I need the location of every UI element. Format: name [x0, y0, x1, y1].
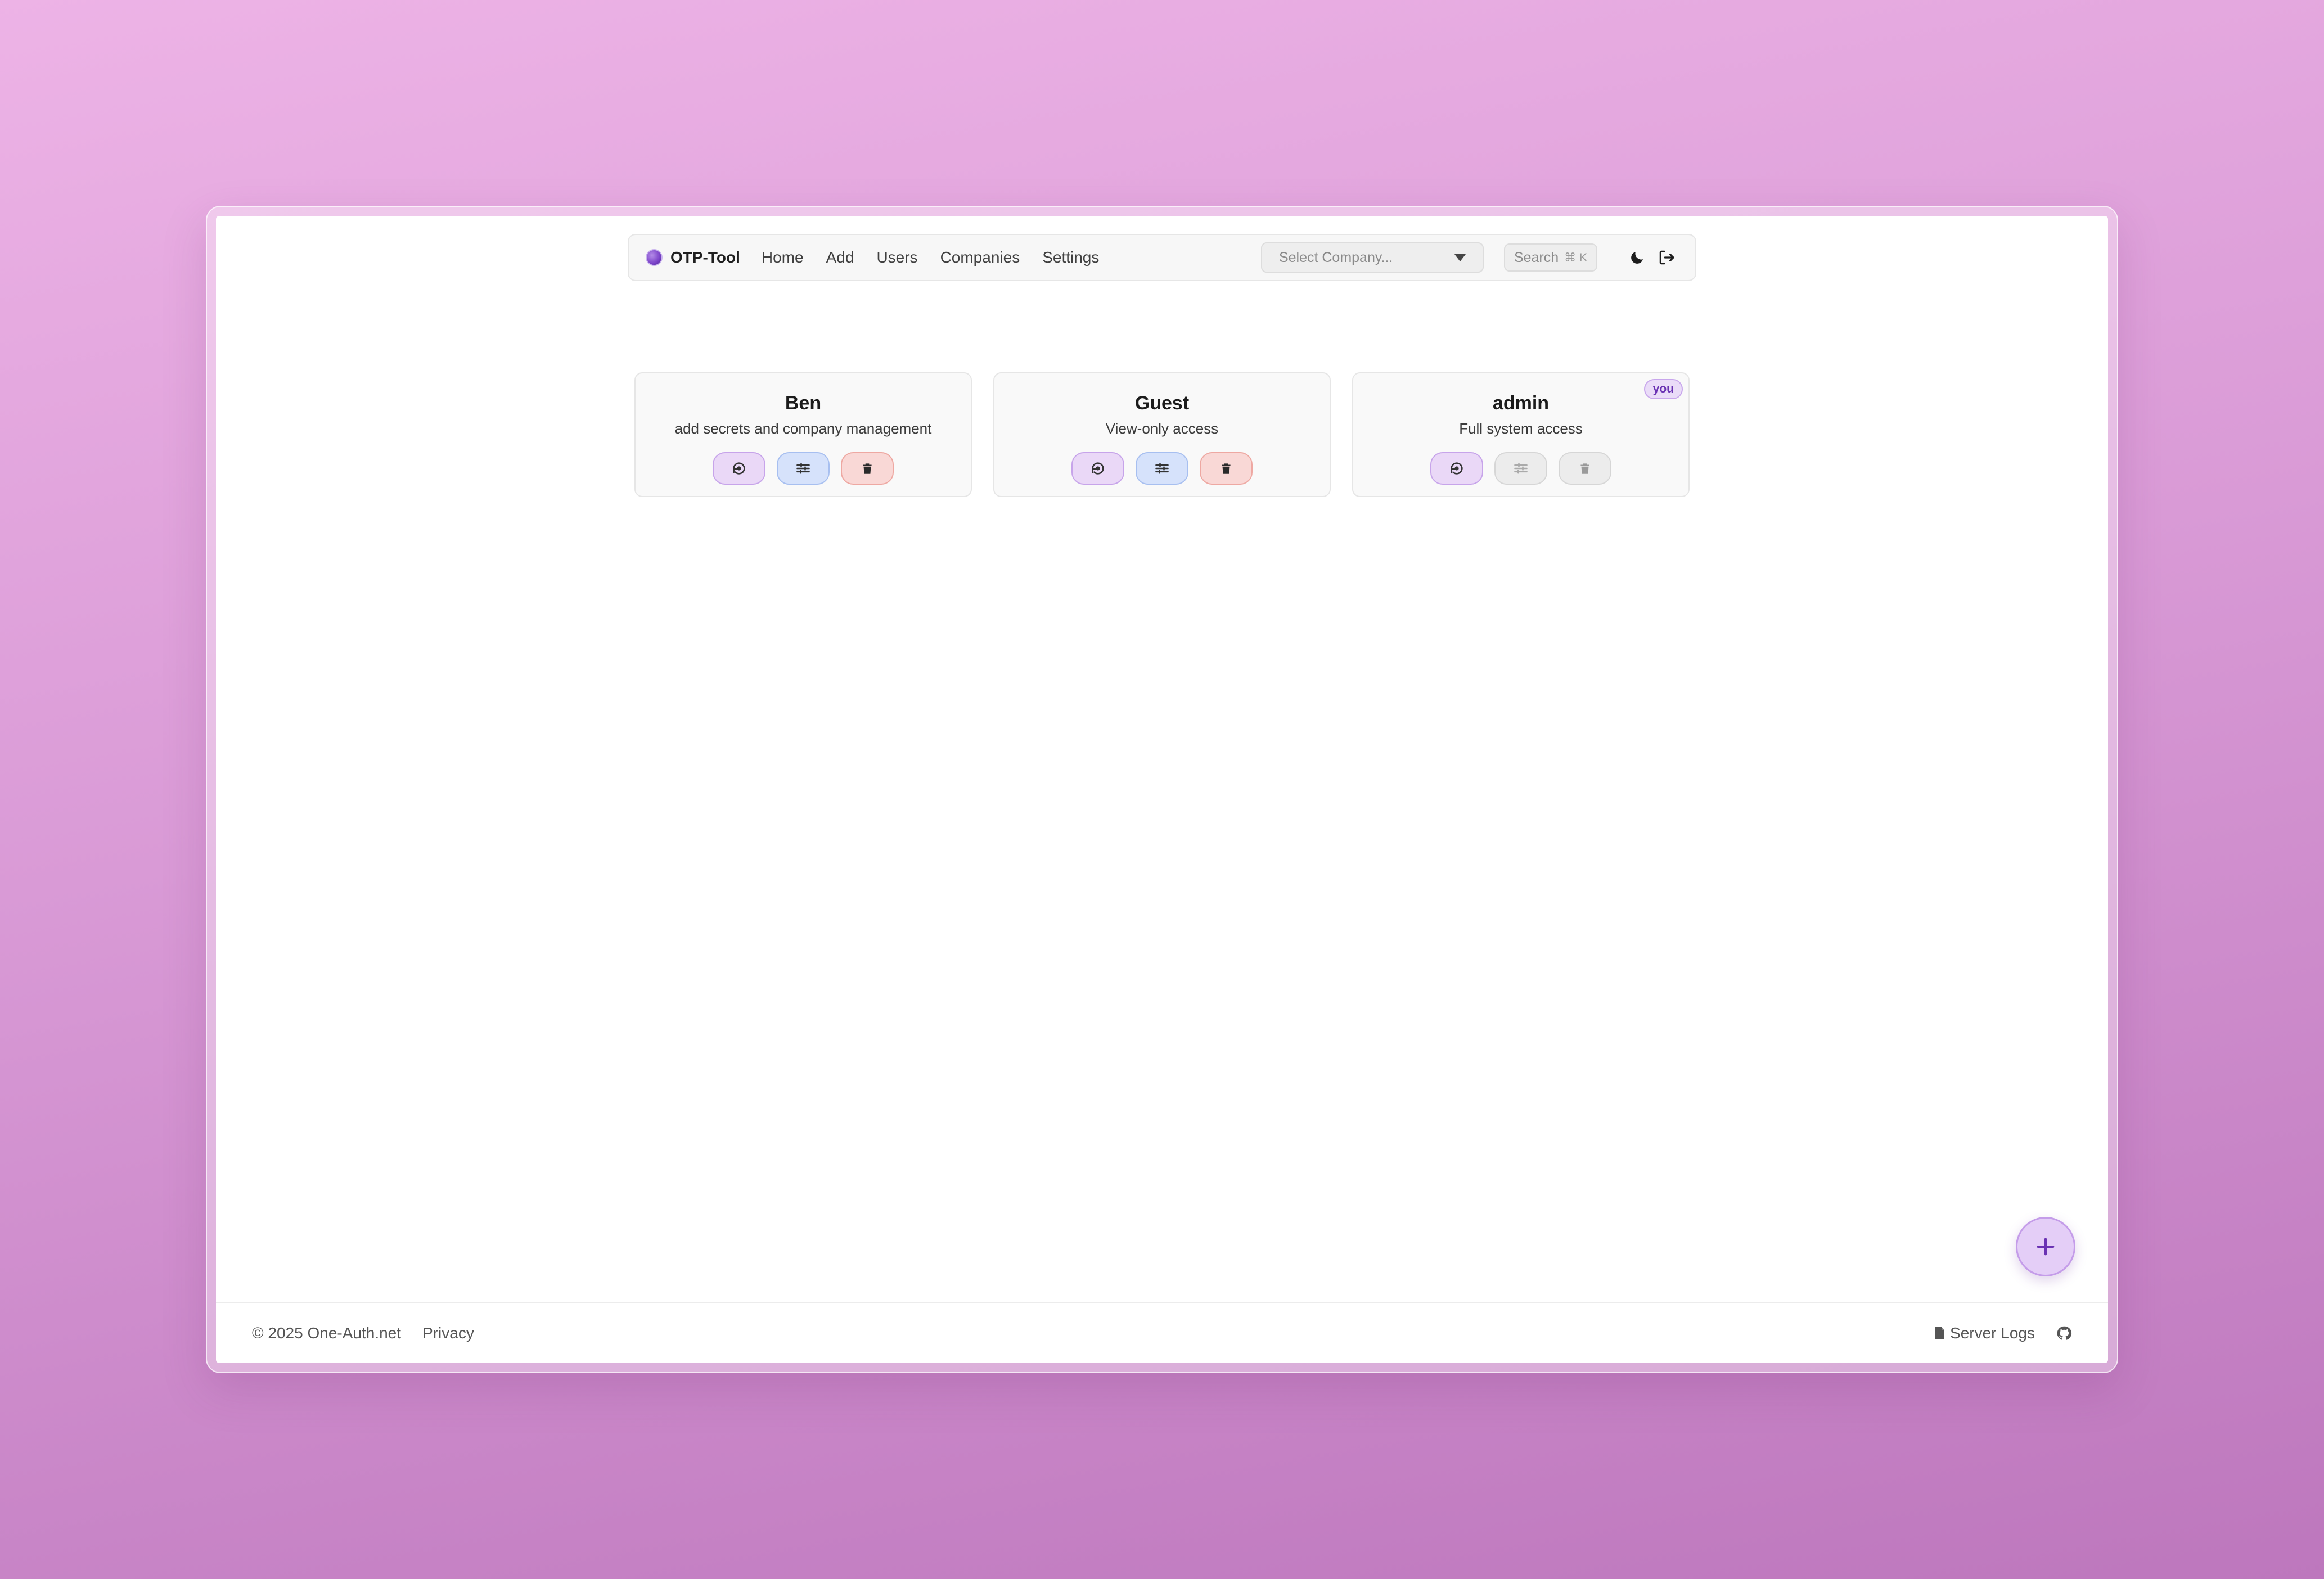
nav-link-users[interactable]: Users	[876, 249, 917, 267]
nav-link-add[interactable]: Add	[826, 249, 854, 267]
top-navbar: OTP-Tool Home Add Users Companies Settin…	[628, 234, 1696, 281]
company-select[interactable]: Select Company...	[1260, 242, 1484, 273]
brand-logo-icon	[646, 249, 663, 266]
user-card: Guest View-only access	[993, 372, 1331, 497]
reset-password-button[interactable]	[1071, 452, 1124, 485]
edit-permissions-button[interactable]	[1136, 452, 1188, 485]
user-name: Guest	[1134, 393, 1190, 414]
user-cards: Ben add secrets and company management G…	[634, 372, 1690, 497]
brand-name: OTP-Tool	[670, 249, 740, 266]
user-role: View-only access	[1105, 420, 1219, 437]
plus-icon	[2037, 1238, 2055, 1256]
user-card: Ben add secrets and company management	[634, 372, 972, 497]
reset-password-icon	[1092, 462, 1104, 475]
user-name: admin	[1492, 393, 1550, 414]
github-icon[interactable]	[2056, 1325, 2072, 1341]
edit-permissions-button[interactable]	[777, 452, 830, 485]
edit-permissions-button-disabled	[1494, 452, 1547, 485]
delete-user-button[interactable]	[841, 452, 894, 485]
server-logs-link[interactable]: Server Logs	[1934, 1324, 2035, 1342]
user-role: Full system access	[1459, 420, 1583, 437]
trash-icon	[863, 463, 872, 474]
nav-links: Home Add Users Companies Settings	[762, 249, 1099, 267]
search-label: Search	[1514, 249, 1559, 265]
caret-down-icon	[1454, 254, 1466, 261]
sliders-icon	[1514, 463, 1528, 474]
reset-password-icon	[733, 462, 745, 475]
nav-link-companies[interactable]: Companies	[940, 249, 1020, 267]
privacy-link[interactable]: Privacy	[422, 1324, 474, 1342]
search-shortcut: ⌘ K	[1564, 251, 1587, 264]
trash-icon	[1222, 463, 1231, 474]
current-user-badge: you	[1643, 379, 1683, 399]
document-icon	[1935, 1327, 1945, 1339]
user-card-current: you admin Full system access	[1352, 372, 1690, 497]
user-actions	[1430, 452, 1611, 485]
user-role: add secrets and company management	[674, 420, 932, 437]
sliders-icon	[796, 463, 810, 474]
company-select-placeholder: Select Company...	[1278, 249, 1393, 265]
nav-link-home[interactable]: Home	[762, 249, 804, 267]
delete-user-button[interactable]	[1200, 452, 1253, 485]
brand[interactable]: OTP-Tool	[646, 249, 740, 267]
app-window: OTP-Tool Home Add Users Companies Settin…	[216, 216, 2108, 1363]
reset-password-button[interactable]	[713, 452, 765, 485]
search-button[interactable]: Search ⌘ K	[1503, 243, 1597, 272]
footer: © 2025 One-Auth.net Privacy Server Logs	[216, 1302, 2108, 1363]
server-logs-label: Server Logs	[1950, 1324, 2035, 1342]
nav-link-settings[interactable]: Settings	[1042, 249, 1099, 267]
delete-user-button-disabled	[1559, 452, 1611, 485]
reset-password-icon	[1451, 462, 1463, 475]
copyright: © 2025 One-Auth.net	[252, 1324, 402, 1342]
user-actions	[1071, 452, 1253, 485]
sliders-icon	[1155, 463, 1169, 474]
add-user-fab[interactable]	[2016, 1217, 2075, 1276]
user-name: Ben	[785, 393, 822, 414]
reset-password-button[interactable]	[1430, 452, 1483, 485]
logout-icon[interactable]	[1655, 246, 1678, 269]
moon-icon[interactable]	[1625, 246, 1649, 269]
user-actions	[713, 452, 894, 485]
trash-icon	[1580, 463, 1589, 474]
